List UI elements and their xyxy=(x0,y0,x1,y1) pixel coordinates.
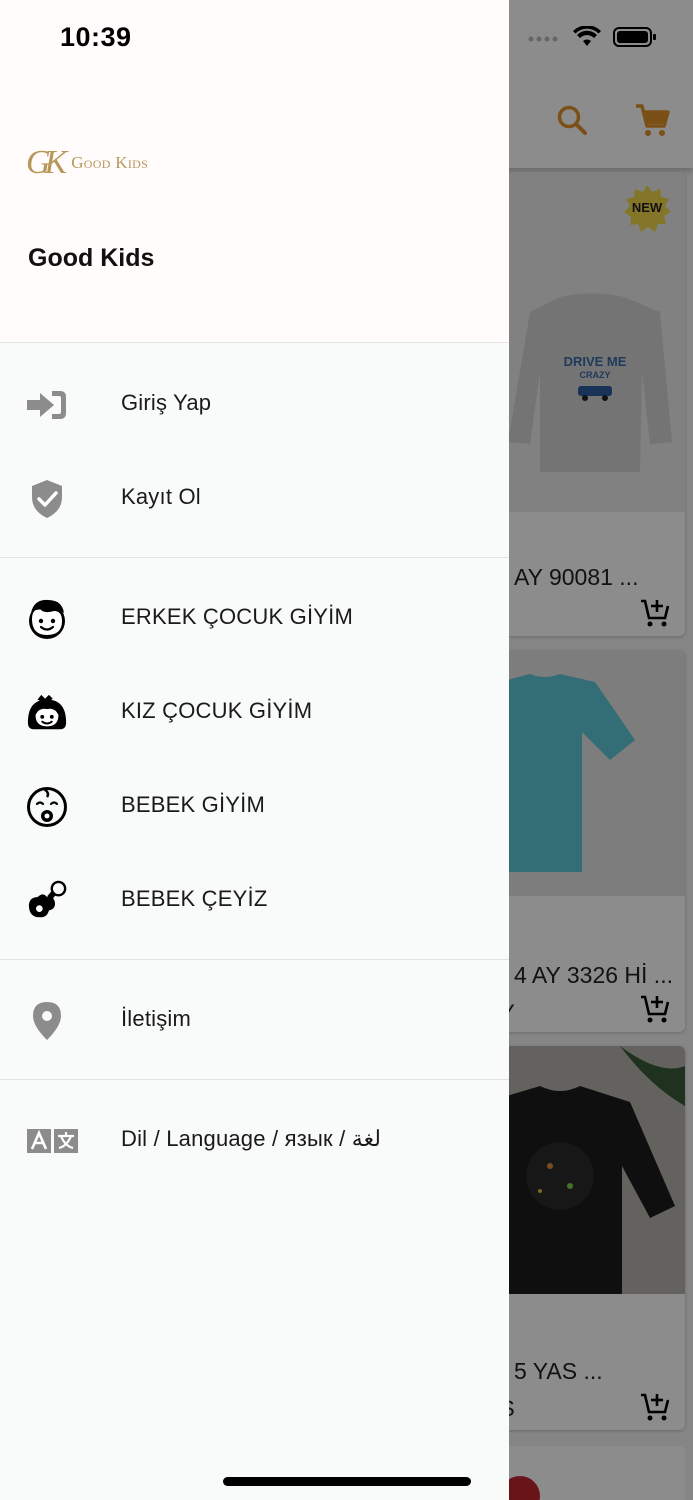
drawer-header: 10:39 GK Good Kids Good Kids xyxy=(0,0,509,343)
home-indicator[interactable] xyxy=(223,1477,471,1486)
brand-logo[interactable]: GK Good Kids xyxy=(26,144,148,182)
navigation-drawer: 10:39 GK Good Kids Good Kids Giriş Yap K… xyxy=(0,0,509,1500)
pacifier-icon xyxy=(26,880,68,922)
boy-face-icon xyxy=(26,598,68,640)
baby-face-icon xyxy=(26,786,68,828)
menu-item-label: BEBEK ÇEYİZ xyxy=(121,886,268,911)
sign-in-icon xyxy=(26,384,68,426)
menu-item-label: KIZ ÇOCUK GİYİM xyxy=(121,698,313,723)
menu-item-girls-clothing[interactable]: KIZ ÇOCUK GİYİM xyxy=(0,672,509,752)
menu-item-label: ERKEK ÇOCUK GİYİM xyxy=(121,604,353,629)
menu-item-boys-clothing[interactable]: ERKEK ÇOCUK GİYİM xyxy=(0,578,509,658)
menu-item-baby-clothing[interactable]: BEBEK GİYİM xyxy=(0,766,509,846)
brand-logo-mark: GK xyxy=(26,144,67,181)
menu-item-label: Kayıt Ol xyxy=(121,484,201,509)
divider xyxy=(0,1079,509,1080)
brand-logo-text: Good Kids xyxy=(71,153,149,172)
screen: DRIVE ME CRAZY NEW AY 90081 ... 4 AY 332… xyxy=(0,0,693,1500)
menu-item-contact[interactable]: İletişim xyxy=(0,980,509,1060)
menu-item-label: Dil / Language / язык / لغة xyxy=(121,1126,381,1151)
divider xyxy=(0,959,509,960)
menu-item-label: BEBEK GİYİM xyxy=(121,792,266,817)
store-name: Good Kids xyxy=(28,244,155,272)
menu-item-register[interactable]: Kayıt Ol xyxy=(0,458,509,538)
status-time: 10:39 xyxy=(60,22,132,52)
location-pin-icon xyxy=(26,1000,68,1042)
menu-item-label: Giriş Yap xyxy=(121,390,212,415)
divider xyxy=(0,557,509,558)
translate-icon xyxy=(26,1120,80,1162)
girl-face-icon xyxy=(26,692,68,734)
menu-item-language[interactable]: Dil / Language / язык / لغة xyxy=(0,1100,509,1180)
shield-check-icon xyxy=(26,478,68,520)
menu-item-login[interactable]: Giriş Yap xyxy=(0,364,509,444)
menu-item-label: İletişim xyxy=(121,1006,192,1031)
menu-item-baby-trousseau[interactable]: BEBEK ÇEYİZ xyxy=(0,860,509,940)
